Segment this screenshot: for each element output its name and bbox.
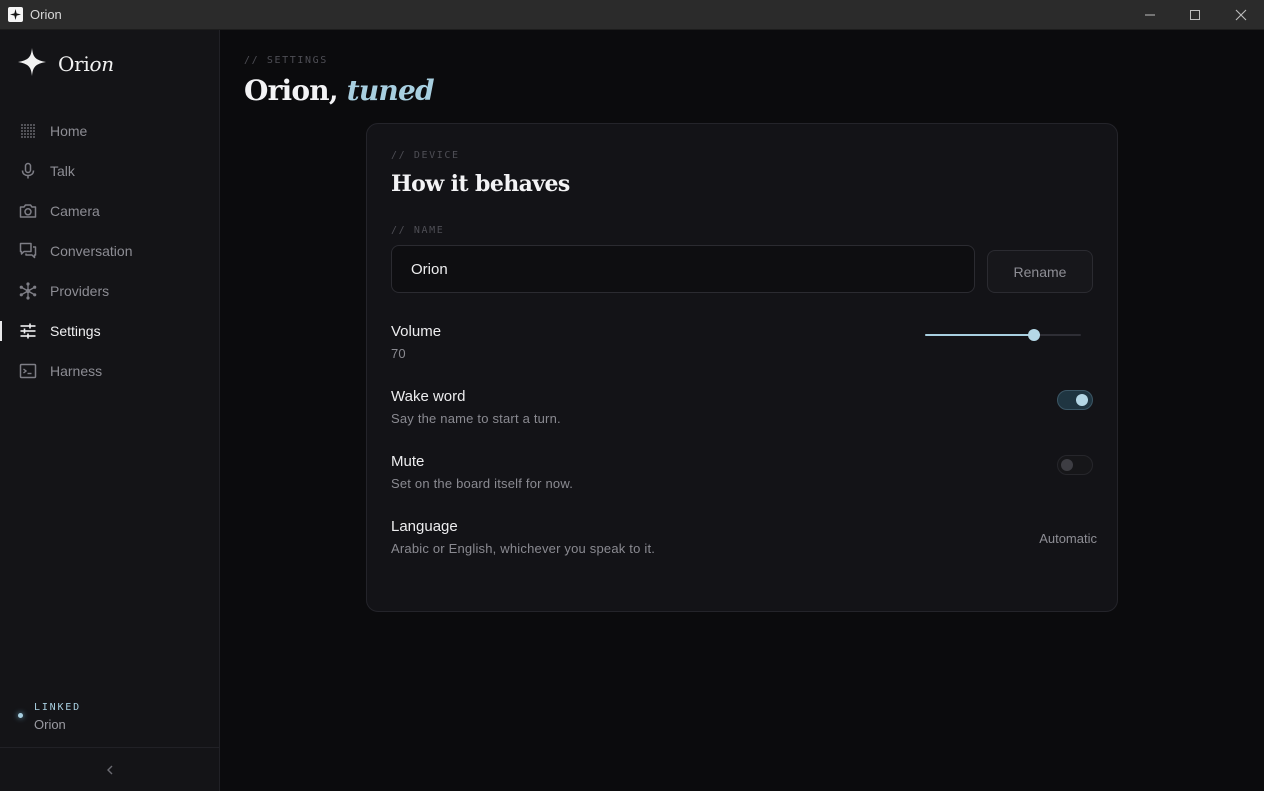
wake-word-label: Wake word xyxy=(391,388,466,405)
mute-label: Mute xyxy=(391,453,425,470)
chevron-left-icon xyxy=(107,765,113,775)
window-title: Orion xyxy=(30,7,62,22)
nav-label-camera: Camera xyxy=(50,203,100,219)
nav-item-settings[interactable]: Settings xyxy=(0,311,219,351)
app-star-icon xyxy=(8,7,23,22)
status-device-name: Orion xyxy=(34,717,66,732)
nav-item-conversation[interactable]: Conversation xyxy=(0,231,219,271)
connection-status: LINKED Orion xyxy=(0,695,219,747)
minimize-button[interactable] xyxy=(1127,0,1173,30)
network-nodes-icon xyxy=(19,282,37,300)
device-settings-card: // DEVICE How it behaves // NAME Rename … xyxy=(366,123,1118,612)
maximize-icon xyxy=(1190,10,1200,20)
mute-toggle[interactable] xyxy=(1057,455,1093,475)
nav-item-providers[interactable]: Providers xyxy=(0,271,219,311)
status-label: LINKED xyxy=(34,702,81,713)
microphone-icon xyxy=(21,162,35,179)
language-row: Language Arabic or English, whichever yo… xyxy=(391,518,1097,566)
wake-word-description: Say the name to start a turn. xyxy=(391,411,561,426)
close-icon xyxy=(1235,9,1247,21)
nav-label-conversation: Conversation xyxy=(50,243,133,259)
mute-description: Set on the board itself for now. xyxy=(391,476,574,491)
wake-word-row: Wake word Say the name to start a turn. xyxy=(391,388,1095,436)
collapse-sidebar-button[interactable] xyxy=(100,760,120,780)
terminal-icon xyxy=(19,363,37,379)
name-field-label: // NAME xyxy=(391,225,445,236)
wake-word-toggle[interactable] xyxy=(1057,390,1093,410)
chat-bubbles-icon xyxy=(19,242,37,259)
volume-label: Volume xyxy=(391,323,442,340)
nav-item-home[interactable]: Home xyxy=(0,111,219,151)
card-eyebrow: // DEVICE xyxy=(391,150,460,161)
nav-item-harness[interactable]: Harness xyxy=(0,351,219,391)
nav-label-talk: Talk xyxy=(50,163,75,179)
grid-dots-icon xyxy=(21,124,35,138)
language-description: Arabic or English, whichever you speak t… xyxy=(391,541,656,556)
volume-slider-fill xyxy=(925,334,1034,336)
nav-item-camera[interactable]: Camera xyxy=(0,191,219,231)
volume-slider-thumb[interactable] xyxy=(1028,329,1040,341)
nav-label-settings: Settings xyxy=(50,323,101,339)
maximize-button[interactable] xyxy=(1172,0,1218,30)
main-nav: Home Talk Camera Conversation Providers … xyxy=(0,111,219,391)
volume-slider[interactable] xyxy=(925,329,1083,341)
nav-item-talk[interactable]: Talk xyxy=(0,151,219,191)
nav-label-home: Home xyxy=(50,123,88,139)
main-content: // SETTINGS Orion, tuned // DEVICE How i… xyxy=(220,30,1264,791)
window-titlebar: Orion xyxy=(0,0,1264,30)
card-title: How it behaves xyxy=(391,171,570,197)
sidebar: Orion Home Talk Camera Conversation Prov… xyxy=(0,30,220,791)
volume-value: 70 xyxy=(391,346,406,361)
brand-name: Orion xyxy=(58,52,114,76)
wake-word-toggle-knob xyxy=(1076,394,1088,406)
sparkle-logo-icon xyxy=(18,48,46,76)
camera-icon xyxy=(19,204,37,218)
sidebar-footer xyxy=(0,747,219,791)
minimize-icon xyxy=(1145,14,1155,16)
mute-toggle-knob xyxy=(1061,459,1073,471)
mute-row: Mute Set on the board itself for now. xyxy=(391,453,1095,501)
volume-row: Volume 70 xyxy=(391,323,1095,371)
nav-label-providers: Providers xyxy=(50,283,110,299)
status-dot-icon xyxy=(18,713,23,718)
page-eyebrow: // SETTINGS xyxy=(244,55,328,66)
rename-button[interactable]: Rename xyxy=(987,250,1093,293)
page-title: Orion, tuned xyxy=(244,74,435,107)
device-name-input[interactable] xyxy=(391,245,975,293)
nav-label-harness: Harness xyxy=(50,363,103,379)
language-label: Language xyxy=(391,518,458,535)
sliders-icon xyxy=(20,323,36,339)
language-value-select[interactable]: Automatic xyxy=(1039,531,1097,546)
close-button[interactable] xyxy=(1218,0,1264,30)
